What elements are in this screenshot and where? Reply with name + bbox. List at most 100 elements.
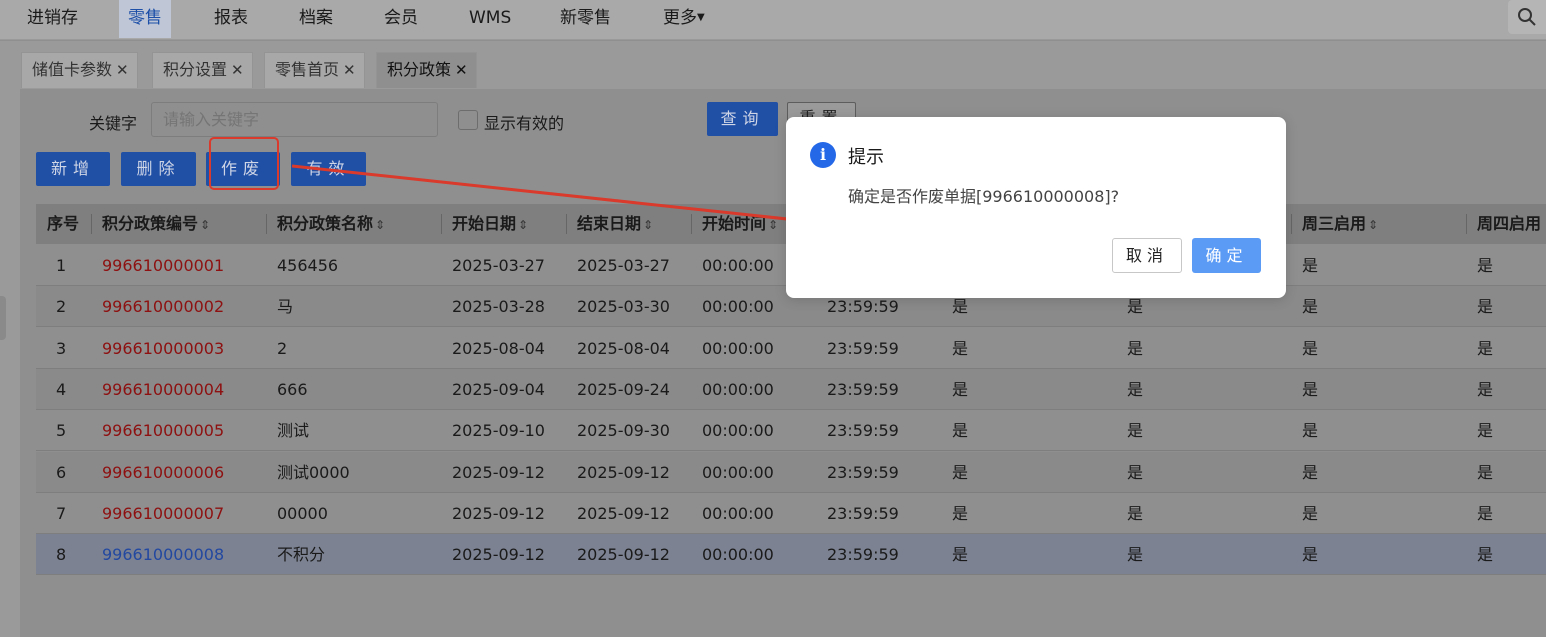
left-sidebar-strip <box>0 41 20 637</box>
search-icon <box>1518 8 1536 26</box>
cell-code[interactable]: 996610000003 <box>102 328 224 369</box>
cell-code[interactable]: 996610000001 <box>102 245 224 286</box>
cell-end-time: 23:59:59 <box>827 338 899 358</box>
cell-name: 666 <box>277 379 308 399</box>
keyword-input[interactable] <box>151 102 438 137</box>
cell-start-date: 2025-09-12 <box>452 462 545 482</box>
cell-end-time: 23:59:59 <box>827 503 899 523</box>
add-button[interactable]: 新增 <box>36 152 110 186</box>
table-row[interactable]: 4 996610000004 666 2025-09-04 2025-09-24 00:0… <box>36 368 1546 410</box>
cell-c7: 是 <box>952 421 969 441</box>
cell-no: 4 <box>56 379 67 399</box>
table-row[interactable]: 8 996610000008 不积分 2025-09-12 2025-09-12 00:0… <box>36 534 1546 576</box>
cell-code[interactable]: 996610000002 <box>102 286 224 327</box>
tab-label: 积分设置 <box>163 60 228 79</box>
cell-end-date: 2025-08-04 <box>577 338 670 358</box>
cell-start-time: 00:00:00 <box>702 338 774 358</box>
nav-item-jxc[interactable]: 进销存 <box>18 0 87 38</box>
cell-start-date: 2025-09-10 <box>452 421 545 441</box>
header-label: 积分政策名称 <box>277 214 374 233</box>
cell-end-time: 23:59:59 <box>827 462 899 482</box>
sort-icon[interactable]: ⇕ <box>375 218 385 232</box>
header-label: 结束日期 <box>577 214 642 233</box>
col-divider <box>1291 204 1292 244</box>
keyword-label: 关键字 <box>89 114 138 133</box>
show-valid-label: 显示有效的 <box>484 114 565 133</box>
table-row[interactable]: 3 996610000003 2 2025-08-04 2025-08-04 00:00:… <box>36 327 1546 369</box>
tab-stored-card-params[interactable]: 储值卡参数 ✕ <box>21 52 138 88</box>
cell-name: 2 <box>277 338 288 358</box>
tab-points-policy[interactable]: 积分政策 ✕ <box>376 52 477 88</box>
col-divider <box>1466 204 1467 244</box>
sort-icon[interactable]: ⇕ <box>1368 218 1378 232</box>
nav-item-wms[interactable]: WMS <box>460 0 520 38</box>
cell-name: 00000 <box>277 503 328 523</box>
cell-end-time: 23:59:59 <box>827 421 899 441</box>
cell-start-date: 2025-08-04 <box>452 338 545 358</box>
cell-code[interactable]: 996610000007 <box>102 493 224 534</box>
close-icon[interactable]: ✕ <box>116 61 129 79</box>
delete-button[interactable]: 删除 <box>121 152 196 186</box>
col-header-code[interactable]: 积分政策编号 ⇕ <box>102 204 210 244</box>
cell-start-time: 00:00:00 <box>702 462 774 482</box>
close-icon[interactable]: ✕ <box>455 61 468 79</box>
cell-no: 5 <box>56 421 67 441</box>
sort-icon[interactable]: ⇕ <box>200 218 210 232</box>
cell-code[interactable]: 996610000005 <box>102 410 224 451</box>
col-header-name[interactable]: 积分政策名称 ⇕ <box>277 204 385 244</box>
cell-wed: 是 <box>1302 338 1319 358</box>
cell-code[interactable]: 996610000008 <box>102 534 224 575</box>
cell-start-date: 2025-03-27 <box>452 256 545 275</box>
sidebar-toggle-handle[interactable] <box>0 296 6 340</box>
valid-button[interactable]: 有效 <box>291 152 366 186</box>
tab-points-settings[interactable]: 积分设置 ✕ <box>152 52 253 88</box>
col-header-start-date[interactable]: 开始日期 ⇕ <box>452 204 528 244</box>
cell-end-date: 2025-09-12 <box>577 503 670 523</box>
show-valid-checkbox[interactable] <box>458 110 478 130</box>
confirm-dialog: i 提示 确定是否作废单据[996610000008]? 取消 确定 <box>786 117 1286 298</box>
tab-retail-home[interactable]: 零售首页 ✕ <box>264 52 365 88</box>
nav-item-new-retail[interactable]: 新零售 <box>551 0 620 38</box>
sort-icon[interactable]: ⇕ <box>643 218 653 232</box>
nav-item-more[interactable]: 更多▼ <box>654 0 714 38</box>
cancel-button[interactable]: 取消 <box>1112 238 1182 273</box>
cell-code[interactable]: 996610000006 <box>102 452 224 493</box>
sort-icon[interactable]: ⇕ <box>768 218 778 232</box>
cell-thu: 是 <box>1477 503 1494 523</box>
nav-item-members[interactable]: 会员 <box>375 0 427 38</box>
tab-label: 储值卡参数 <box>32 60 113 79</box>
table-row[interactable]: 6 996610000006 测试0000 2025-09-12 2025-09-12 0… <box>36 451 1546 493</box>
col-header-wed[interactable]: 周三启用 ⇕ <box>1302 204 1378 244</box>
close-icon[interactable]: ✕ <box>231 61 244 79</box>
sort-icon[interactable]: ⇕ <box>518 218 528 232</box>
col-header-start-time[interactable]: 开始时间 ⇕ <box>702 204 778 244</box>
cell-end-date: 2025-09-12 <box>577 545 670 565</box>
cell-wed: 是 <box>1302 297 1319 317</box>
cell-start-time: 00:00:00 <box>702 503 774 523</box>
confirm-button[interactable]: 确定 <box>1192 238 1261 273</box>
table-row[interactable]: 7 996610000007 00000 2025-09-12 2025-09-12 00… <box>36 492 1546 534</box>
cell-code[interactable]: 996610000004 <box>102 369 224 410</box>
query-button[interactable]: 查询 <box>707 102 778 136</box>
col-header-thu[interactable]: 周四启用 <box>1477 204 1541 244</box>
col-header-end-date[interactable]: 结束日期 ⇕ <box>577 204 653 244</box>
tab-bar: 储值卡参数 ✕ 积分设置 ✕ 零售首页 ✕ 积分政策 ✕ <box>20 41 1546 89</box>
nav-item-retail[interactable]: 零售 <box>119 0 171 38</box>
cell-no: 1 <box>56 256 67 275</box>
cell-end-date: 2025-03-27 <box>577 256 670 275</box>
search-button[interactable] <box>1508 0 1546 34</box>
cell-thu: 是 <box>1477 297 1494 317</box>
nav-item-reports[interactable]: 报表 <box>205 0 257 38</box>
cell-wed: 是 <box>1302 379 1319 399</box>
cell-no: 6 <box>56 462 67 482</box>
table-row[interactable]: 5 996610000005 测试 2025-09-10 2025-09-30 00:00… <box>36 410 1546 452</box>
cell-start-date: 2025-09-12 <box>452 545 545 565</box>
col-divider <box>266 204 267 244</box>
cell-c8: 是 <box>1127 545 1144 565</box>
nav-item-archive[interactable]: 档案 <box>290 0 342 38</box>
cell-start-time: 00:00:00 <box>702 545 774 565</box>
dialog-title: 提示 <box>848 147 884 168</box>
close-icon[interactable]: ✕ <box>343 61 356 79</box>
cell-end-time: 23:59:59 <box>827 379 899 399</box>
cell-thu: 是 <box>1477 379 1494 399</box>
